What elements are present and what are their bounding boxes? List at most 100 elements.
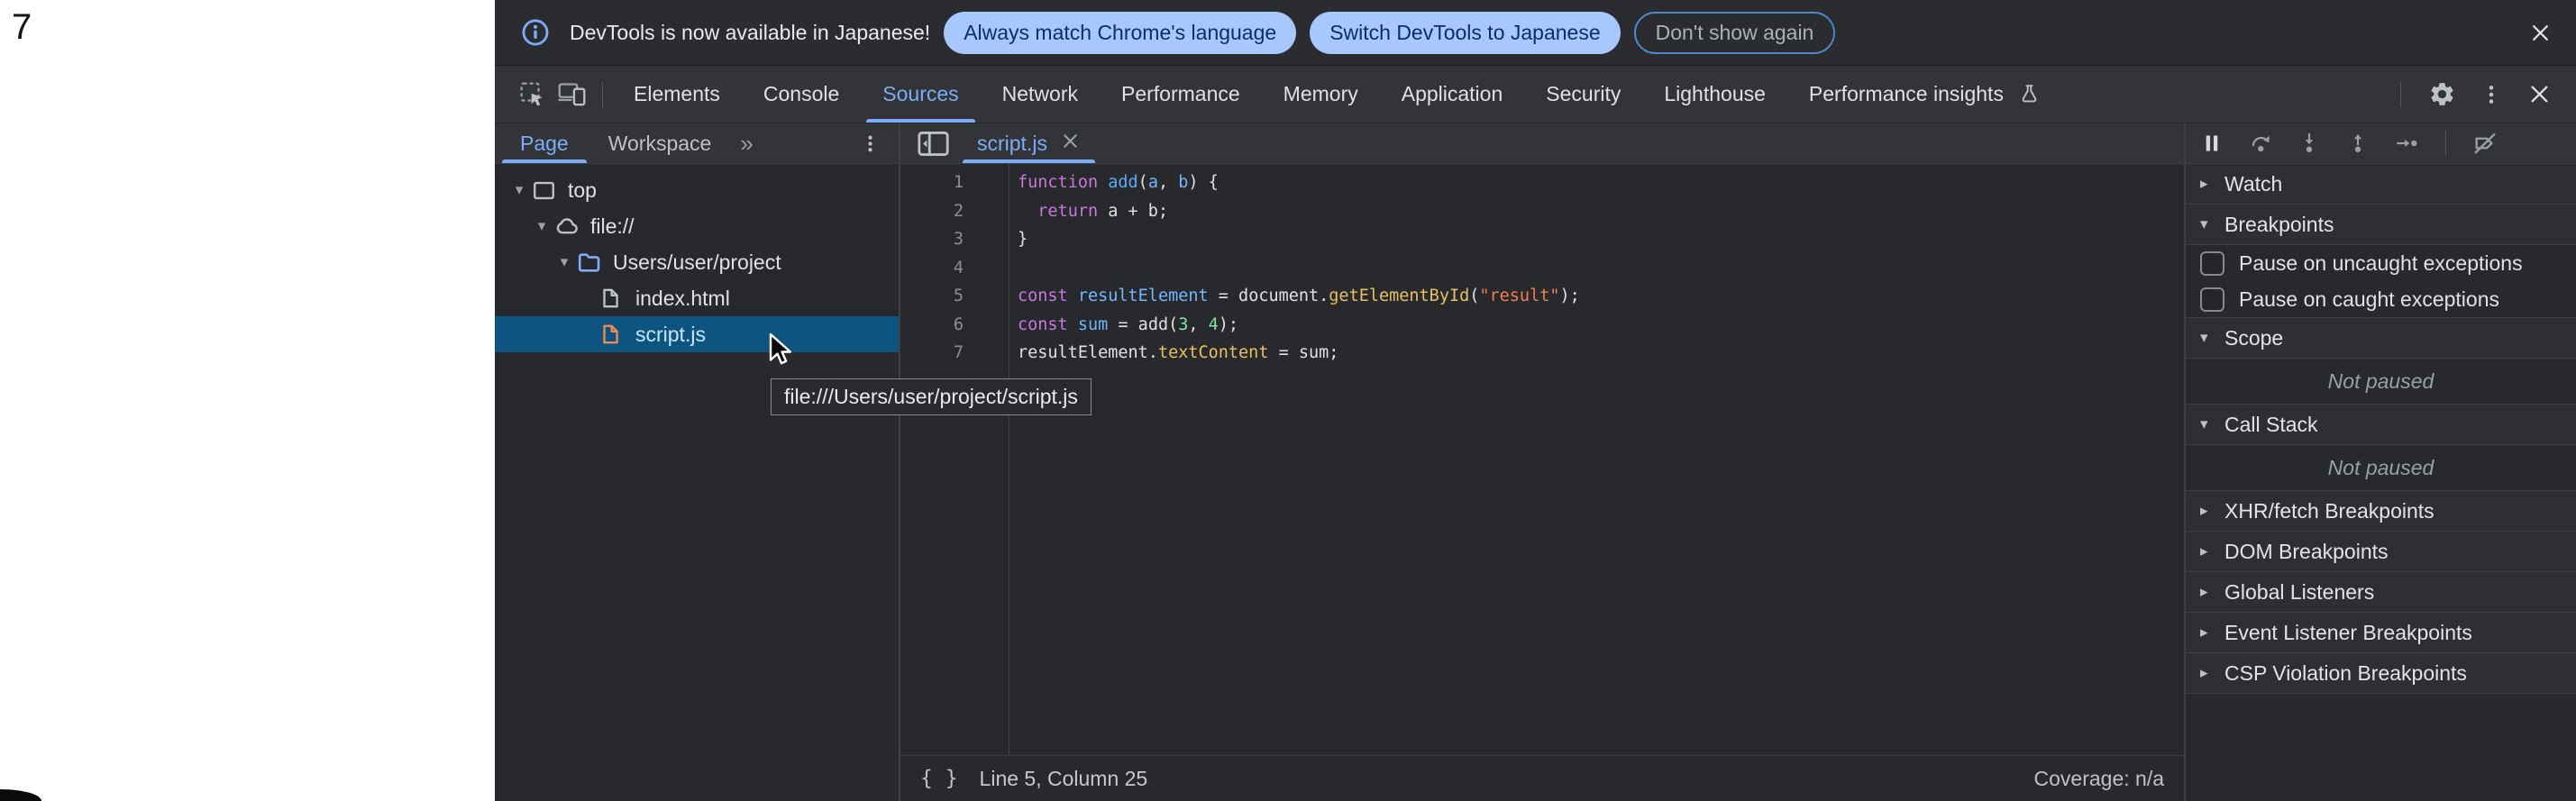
code-text: const sum = add(3, 4); <box>1018 315 1238 334</box>
section-breakpoints[interactable]: ▾Breakpoints <box>2186 205 2576 245</box>
step-over-icon[interactable] <box>2242 132 2279 155</box>
step-out-icon[interactable] <box>2339 132 2377 155</box>
chevron-right-icon: ▸ <box>2200 175 2215 193</box>
tab-workspace[interactable]: Workspace <box>589 123 732 163</box>
code-text: resultElement.textContent = sum; <box>1018 343 1338 362</box>
section-label: DOM Breakpoints <box>2224 540 2389 564</box>
deactivate-breakpoints-icon[interactable] <box>2466 131 2504 156</box>
tree-item-top[interactable]: ▾top <box>495 172 899 208</box>
section-dom-breakpoints[interactable]: ▸ DOM Breakpoints <box>2186 532 2576 572</box>
tree-item-label: Users/user/project <box>613 250 781 275</box>
navigator-kebab-icon[interactable] <box>847 132 893 156</box>
tree-item-index-html[interactable]: index.html <box>495 280 899 316</box>
device-toolbar-icon[interactable] <box>552 80 593 108</box>
section-label: CSP Violation Breakpoints <box>2224 661 2467 686</box>
coverage-label: Coverage: n/a <box>2034 767 2164 791</box>
checkbox-label: Pause on caught exceptions <box>2239 287 2499 312</box>
file-icon <box>598 286 627 311</box>
step-icon[interactable] <box>2388 132 2425 155</box>
switch-devtools-japanese-button[interactable]: Switch DevTools to Japanese <box>1310 12 1620 54</box>
code-line-5: 5const resultElement = document.getEleme… <box>900 282 2184 311</box>
devtools-close-icon[interactable] <box>2521 81 2558 107</box>
section-label: Global Listeners <box>2224 580 2374 605</box>
inspect-element-icon[interactable] <box>513 80 552 108</box>
editor-tab-scriptjs[interactable]: script.js <box>959 123 1099 163</box>
line-number[interactable]: 2 <box>900 202 964 221</box>
pause-script-icon[interactable] <box>2193 132 2231 155</box>
settings-gear-icon[interactable] <box>2423 80 2462 108</box>
tab-memory[interactable]: Memory <box>1262 66 1380 123</box>
code-editor[interactable]: 1function add(a, b) {2 return a + b;3}45… <box>900 164 2184 755</box>
tab-label: Lighthouse <box>1664 82 1766 106</box>
tree-item-script-js[interactable]: script.js <box>495 316 899 352</box>
info-icon <box>515 17 556 48</box>
notification-bar: DevTools is now available in Japanese! A… <box>495 0 2576 66</box>
tab-performance-insights[interactable]: Performance insights <box>1787 66 2068 123</box>
editor-tab-label: script.js <box>977 132 1047 156</box>
tab-network[interactable]: Network <box>981 66 1100 123</box>
checkbox[interactable] <box>2200 287 2224 312</box>
kebab-menu-icon[interactable] <box>2474 81 2508 108</box>
devtools-content: Page Workspace » ▾top▾file://▾Users/user… <box>495 123 2576 801</box>
tab-elements[interactable]: Elements <box>612 66 742 123</box>
expander-icon[interactable]: ▾ <box>530 217 553 235</box>
section-label: Watch <box>2224 172 2282 196</box>
line-number[interactable]: 4 <box>900 259 964 278</box>
notification-message: DevTools is now available in Japanese! <box>570 21 930 45</box>
chevron-right-icon: ▸ <box>2200 542 2215 560</box>
section-label: XHR/fetch Breakpoints <box>2224 499 2434 523</box>
section-watch[interactable]: ▸ Watch <box>2186 164 2576 205</box>
pretty-print-icon[interactable]: { } <box>920 767 958 790</box>
chevron-right-icon: ▸ <box>2200 583 2215 601</box>
navigator-pane: Page Workspace » ▾top▾file://▾Users/user… <box>495 123 900 801</box>
expander-icon[interactable]: ▾ <box>507 181 531 199</box>
tree-item-file[interactable]: ▾ file:// <box>495 208 899 244</box>
tab-performance[interactable]: Performance <box>1100 66 1262 123</box>
checkbox-label: Pause on uncaught exceptions <box>2239 251 2523 276</box>
line-number[interactable]: 5 <box>900 287 964 305</box>
chevron-down-icon: ▾ <box>2200 329 2215 347</box>
code-line-2: 2 return a + b; <box>900 197 2184 226</box>
chevron-right-icon: ▸ <box>2200 664 2215 682</box>
section-call-stack[interactable]: ▾Call Stack <box>2186 405 2576 445</box>
tab-close-icon[interactable] <box>1060 131 1081 157</box>
tree-item-label: script.js <box>635 323 706 347</box>
line-number[interactable]: 6 <box>900 315 964 334</box>
section-scope[interactable]: ▾Scope <box>2186 318 2576 359</box>
code-line-4: 4 <box>900 254 2184 283</box>
page-number: 7 <box>12 7 32 48</box>
more-tabs-icon[interactable]: » <box>731 130 762 158</box>
notification-close-icon[interactable] <box>2525 17 2556 49</box>
line-number[interactable]: 7 <box>900 343 964 362</box>
debugger-sections: ▸ Watch ▾Breakpoints Pause on uncaught exce… <box>2186 164 2576 801</box>
tab-console[interactable]: Console <box>742 66 861 123</box>
step-into-icon[interactable] <box>2290 132 2328 155</box>
section-xhr-fetch-breakpoints[interactable]: ▸XHR/fetch Breakpoints <box>2186 491 2576 532</box>
dont-show-again-button[interactable]: Don't show again <box>1634 12 1836 54</box>
section-event-listener-breakpoints[interactable]: ▸Event Listener Breakpoints <box>2186 613 2576 653</box>
section-global-listeners[interactable]: ▸ Global Listeners <box>2186 572 2576 613</box>
tab-page[interactable]: Page <box>500 123 589 163</box>
tab-label: Elements <box>634 82 720 106</box>
expander-icon[interactable]: ▾ <box>553 253 576 271</box>
file-tree: ▾top▾file://▾Users/user/projectindex.htm… <box>495 164 899 352</box>
tree-item-users-user-project[interactable]: ▾ Users/user/project <box>495 244 899 280</box>
section-csp-violation-breakpoints[interactable]: ▸ CSP Violation Breakpoints <box>2186 653 2576 694</box>
line-number[interactable]: 1 <box>900 173 964 192</box>
tab-sources[interactable]: Sources <box>861 66 980 123</box>
tab-lighthouse[interactable]: Lighthouse <box>1642 66 1787 123</box>
folder-icon <box>576 250 605 276</box>
line-number[interactable]: 3 <box>900 230 964 249</box>
chevron-down-icon: ▾ <box>2200 215 2215 233</box>
editor-pane: script.js 1function add(a, b) {2 return … <box>900 123 2186 801</box>
always-match-language-button[interactable]: Always match Chrome's language <box>944 12 1296 54</box>
flask-icon <box>2013 82 2046 106</box>
tab-security[interactable]: Security <box>1524 66 1642 123</box>
tab-label: Application <box>1402 82 1503 106</box>
tab-application[interactable]: Application <box>1380 66 1525 123</box>
tree-item-label: file:// <box>590 214 635 239</box>
checkbox[interactable] <box>2200 251 2224 276</box>
code-line-6: 6 const sum = add(3, 4); <box>900 311 2184 340</box>
tab-label: Performance <box>1121 82 1240 106</box>
toggle-navigator-icon[interactable] <box>908 129 959 159</box>
